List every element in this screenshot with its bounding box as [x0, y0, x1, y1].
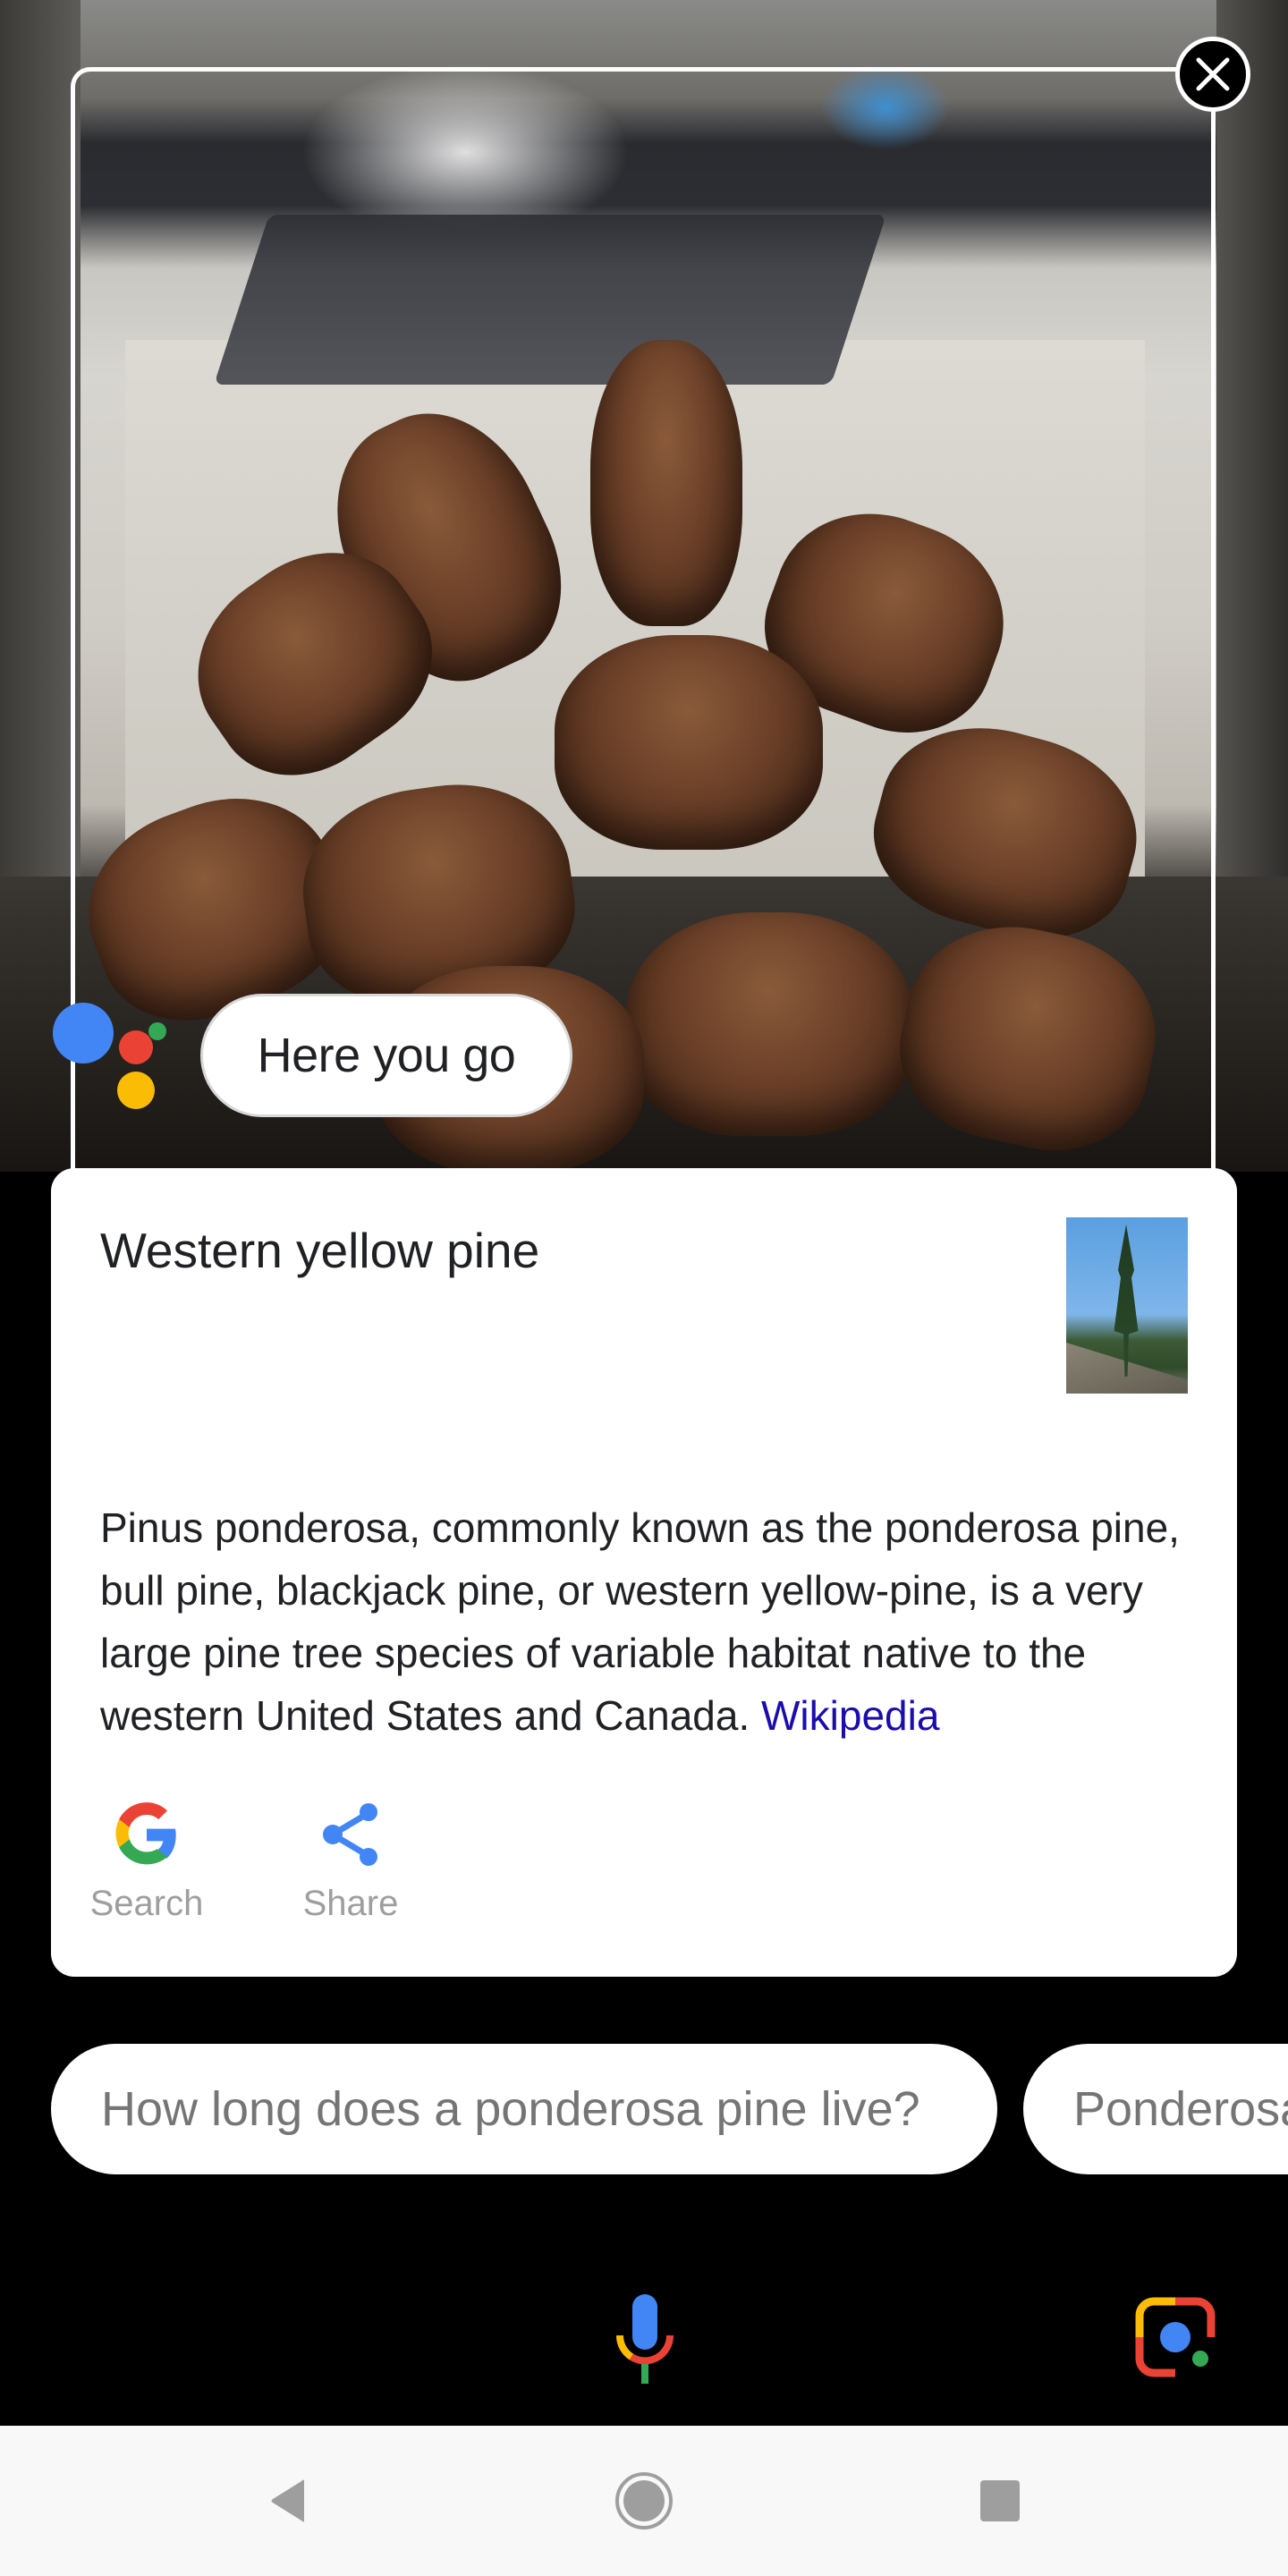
- share-icon: [323, 1803, 377, 1866]
- close-button[interactable]: [1175, 37, 1250, 112]
- wikipedia-link[interactable]: Wikipedia: [761, 1692, 939, 1739]
- microphone-icon: [615, 2294, 674, 2384]
- back-icon: [271, 2479, 304, 2522]
- system-navigation-bar: [0, 2426, 1288, 2576]
- recents-button[interactable]: [964, 2465, 1036, 2537]
- card-description: Pinus ponderosa, commonly known as the p…: [100, 1496, 1200, 1747]
- home-button[interactable]: [608, 2465, 680, 2537]
- google-lens-button[interactable]: [1132, 2294, 1218, 2380]
- microphone-button[interactable]: [614, 2294, 676, 2384]
- card-title: Western yellow pine: [100, 1223, 540, 1278]
- share-button[interactable]: Share: [279, 1794, 422, 1924]
- assistant-dot-yellow: [117, 1072, 155, 1109]
- assistant-dot-green: [148, 1022, 166, 1040]
- share-label: Share: [302, 1884, 399, 1923]
- google-g-icon: [115, 1802, 176, 1865]
- recents-icon: [980, 2480, 1020, 2521]
- card-thumbnail[interactable]: [1066, 1217, 1188, 1394]
- search-label: Search: [89, 1884, 204, 1923]
- assistant-response-bubble: Here you go: [200, 994, 572, 1117]
- knowledge-card: Western yellow pine Pinus ponderosa, com…: [51, 1168, 1237, 1977]
- description-text: Pinus ponderosa, commonly known as the p…: [100, 1504, 1180, 1739]
- thumbnail-tree: [1114, 1224, 1139, 1377]
- back-button[interactable]: [252, 2465, 324, 2537]
- close-icon: [1196, 57, 1230, 91]
- suggestion-chip[interactable]: Ponderosa: [1023, 2044, 1288, 2174]
- search-button[interactable]: Search: [75, 1794, 218, 1924]
- home-icon: [615, 2472, 673, 2529]
- suggestion-chip[interactable]: How long does a ponderosa pine live?: [51, 2044, 997, 2174]
- assistant-dot-red: [119, 1030, 153, 1064]
- google-lens-icon: [1135, 2297, 1216, 2377]
- assistant-dot-blue: [53, 1003, 114, 1063]
